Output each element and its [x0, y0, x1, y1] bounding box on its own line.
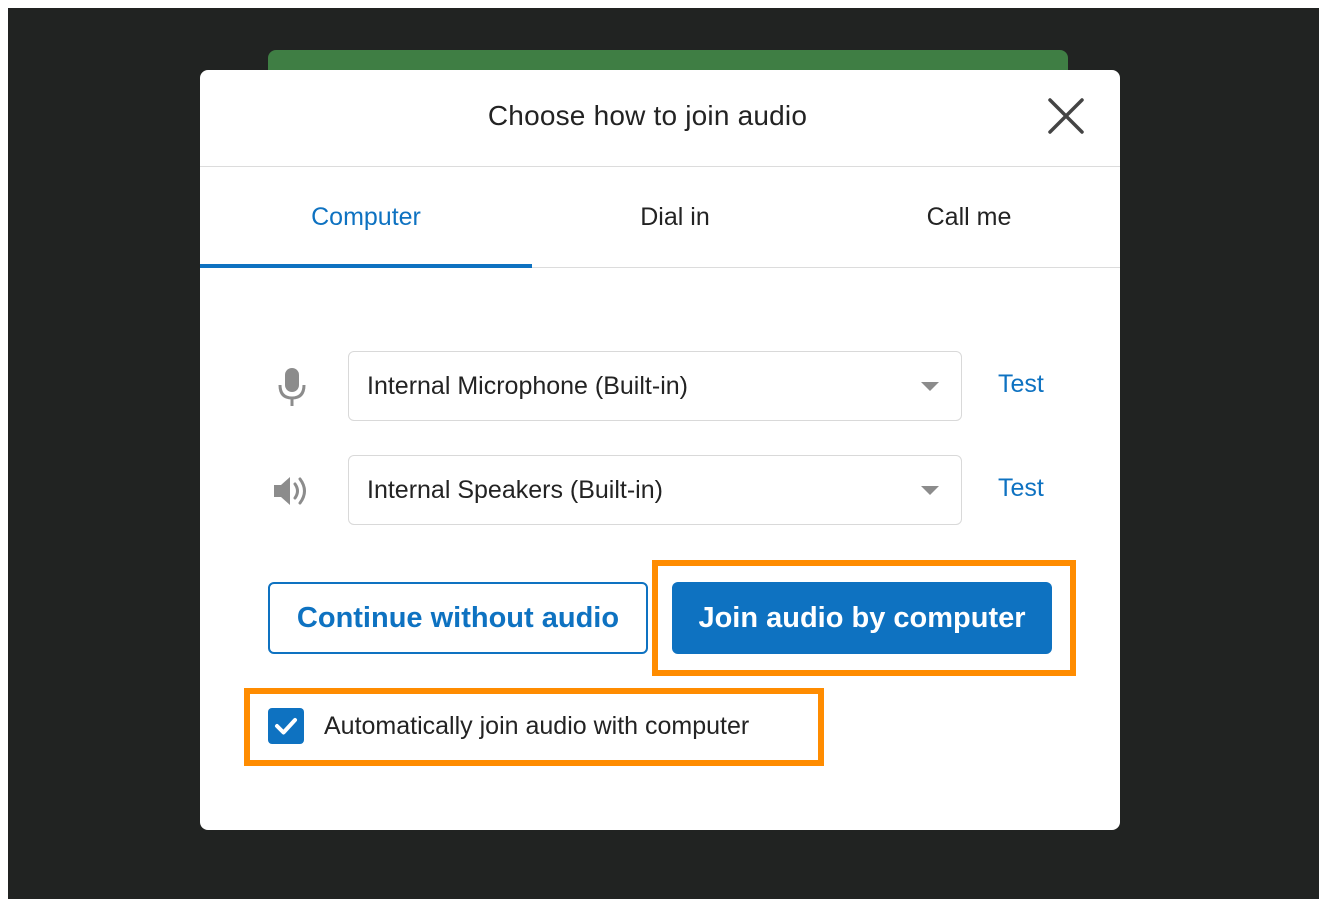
continue-without-audio-button[interactable]: Continue without audio [268, 582, 648, 654]
chevron-down-icon [921, 486, 939, 495]
microphone-icon [270, 365, 314, 409]
chevron-down-icon [921, 382, 939, 391]
close-icon [1048, 98, 1084, 134]
checkmark-icon [275, 718, 297, 735]
test-microphone-link[interactable]: Test [998, 351, 1044, 417]
microphone-select-value: Internal Microphone (Built-in) [367, 372, 688, 400]
speaker-icon [270, 469, 314, 513]
auto-join-label: Automatically join audio with computer [324, 712, 750, 740]
speaker-select-value: Internal Speakers (Built-in) [367, 476, 663, 504]
join-audio-by-computer-button[interactable]: Join audio by computer [672, 582, 1052, 654]
tab-dial-in[interactable]: Dial in [532, 167, 818, 267]
tab-computer[interactable]: Computer [200, 167, 532, 268]
dialog-title: Choose how to join audio [487, 100, 808, 131]
audio-tabs: Computer Dial in Call me [200, 167, 1120, 268]
join-audio-dialog: Choose how to join audio Computer Dial i… [200, 70, 1120, 830]
tab-call-me[interactable]: Call me [818, 167, 1120, 267]
microphone-row: Internal Microphone (Built-in) Test [200, 351, 1120, 423]
close-button[interactable] [1046, 96, 1086, 136]
speaker-select[interactable]: Internal Speakers (Built-in) [348, 455, 962, 525]
auto-join-checkbox[interactable] [268, 708, 304, 744]
speaker-row: Internal Speakers (Built-in) Test [200, 455, 1120, 527]
dialog-header: Choose how to join audio [200, 70, 1120, 167]
microphone-select[interactable]: Internal Microphone (Built-in) [348, 351, 962, 421]
test-speaker-link[interactable]: Test [998, 455, 1044, 521]
